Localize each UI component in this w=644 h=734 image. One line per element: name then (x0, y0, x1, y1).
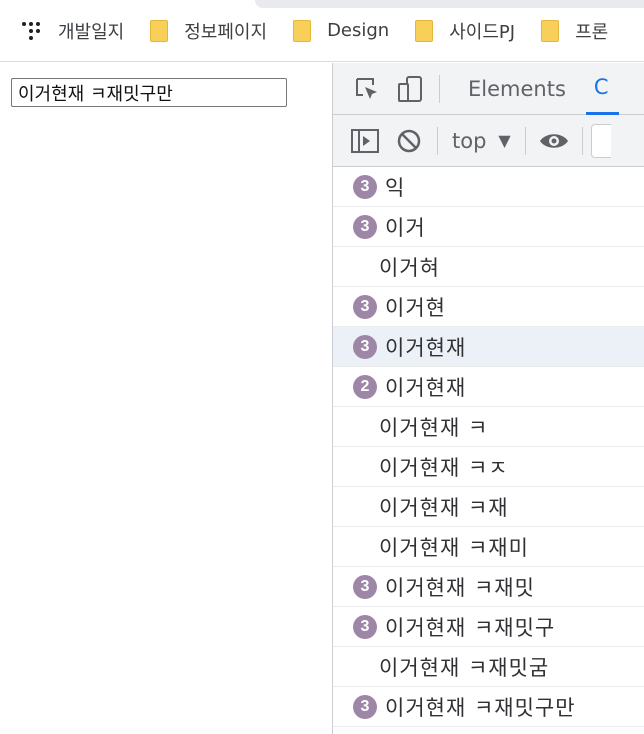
clear-icon (397, 129, 421, 152)
console-log: 3 익 3 이거 이거혀 3 이거현 3 이거현재 2 이거현재 이거현재 ㅋ 이거현재 ㅋㅈ 이거현재 … (333, 167, 644, 727)
console-message[interactable]: 이거혀 (333, 247, 644, 287)
console-message-text: 이거현재 ㅋ (379, 415, 489, 440)
filter-input[interactable] (590, 123, 611, 158)
devtools-panel: Elements C top ▼ 3 익 3 이거 이거혀 3 이거현 3 이거… (332, 63, 644, 734)
sidebar-icon (351, 128, 379, 153)
console-message-text: 이거현재 ㅋ재 (379, 495, 509, 520)
clear-console-button[interactable] (387, 119, 431, 163)
console-message[interactable]: 3익 (333, 167, 644, 207)
bookmark-apps[interactable]: 개발일지 (20, 13, 124, 49)
console-message[interactable]: 3 이거현 (333, 287, 644, 327)
tab-elements[interactable]: Elements (452, 63, 586, 115)
console-message[interactable]: 3 이거현재 (333, 327, 644, 367)
bookmark-folder-design[interactable]: Design (293, 13, 389, 49)
device-icon (398, 75, 422, 102)
folder-icon (293, 19, 312, 42)
console-message-text: 이거혀 (379, 255, 440, 280)
console-message[interactable]: 2 이거현재 (333, 367, 644, 407)
console-message-text: 이거현재 (385, 335, 467, 360)
tab-console[interactable]: C (585, 63, 619, 115)
console-message-text: 이거현재 ㅋㅈ (379, 455, 509, 480)
bookmark-label: 개발일지 (58, 21, 125, 43)
live-expression-button[interactable] (532, 119, 576, 163)
context-selector[interactable]: top ▼ (444, 129, 519, 153)
tab-strip-edge (255, 0, 644, 8)
bookmark-folder-side[interactable]: 사이드PJ (415, 13, 515, 49)
console-message[interactable]: 3 이거 (333, 207, 644, 247)
console-message[interactable]: 이거현재 ㅋ재미 (333, 527, 644, 567)
console-message-text: 이거현재 ㅋ재밋구만 (385, 695, 576, 720)
apps-icon (20, 20, 42, 42)
repeat-count-badge: 2 (353, 374, 377, 399)
console-toolbar: top ▼ (333, 115, 644, 167)
repeat-count-badge: 3 (353, 614, 377, 639)
device-toolbar-button[interactable] (389, 67, 433, 111)
inspect-element-button[interactable] (345, 67, 389, 111)
console-message-text: 이거현재 ㅋ재미 (379, 535, 529, 560)
console-message-text: 이거현 (385, 295, 446, 320)
toggle-sidebar-button[interactable] (343, 119, 387, 163)
console-message[interactable]: 이거현재 ㅋㅈ (333, 447, 644, 487)
page-viewport (0, 63, 332, 734)
repeat-count-badge: 3 (353, 214, 377, 239)
console-message-text: 이거현재 ㅋ재밋굼 (379, 655, 550, 680)
folder-icon (415, 19, 434, 42)
bookmark-label: Design (327, 20, 390, 41)
toolbar-divider (524, 126, 526, 155)
repeat-count-badge: 3 (353, 294, 377, 319)
console-message[interactable]: 3 이거현재 ㅋ재밋 (333, 567, 644, 607)
repeat-count-badge: 3 (353, 694, 377, 719)
folder-icon (150, 19, 169, 42)
repeat-count-badge: 3 (353, 174, 377, 199)
bookmark-folder-info[interactable]: 정보페이지 (150, 13, 267, 49)
toolbar-divider (581, 126, 583, 155)
bookmark-folder-front[interactable]: 프론 (541, 13, 608, 49)
inspect-icon (356, 77, 377, 99)
console-message-text: 익 (385, 175, 406, 200)
console-message-text: 이거현재 ㅋ재밋 (385, 575, 535, 600)
bookmarks-bar: 개발일지 정보페이지 Design 사이드PJ 프론 (0, 0, 644, 62)
bookmark-label: 정보페이지 (184, 21, 268, 43)
folder-icon (541, 19, 560, 42)
console-message[interactable]: 3 이거현재 ㅋ재밋구만 (333, 687, 644, 727)
toolbar-divider (437, 126, 438, 155)
devtools-tabbar: Elements C (333, 63, 644, 115)
text-input[interactable] (11, 78, 287, 107)
repeat-count-badge: 3 (353, 334, 377, 359)
repeat-count-badge: 3 (353, 574, 377, 599)
eye-icon (539, 133, 568, 148)
toolbar-divider (439, 74, 440, 103)
console-message[interactable]: 이거현재 ㅋ재밋굼 (333, 647, 644, 687)
console-message[interactable]: 3 이거현재 ㅋ재밋구 (333, 607, 644, 647)
context-label: top (452, 128, 487, 153)
console-message-text: 이거현재 ㅋ재밋구 (385, 615, 556, 640)
console-message[interactable]: 이거현재 ㅋ재 (333, 487, 644, 527)
console-message[interactable]: 이거현재 ㅋ (333, 407, 644, 447)
bookmark-label: 프론 (575, 21, 609, 43)
console-message-text: 이거현재 (385, 375, 467, 400)
console-message-text: 이거 (385, 215, 426, 240)
caret-down-icon: ▼ (498, 131, 511, 150)
bookmark-label: 사이드PJ (449, 21, 516, 43)
